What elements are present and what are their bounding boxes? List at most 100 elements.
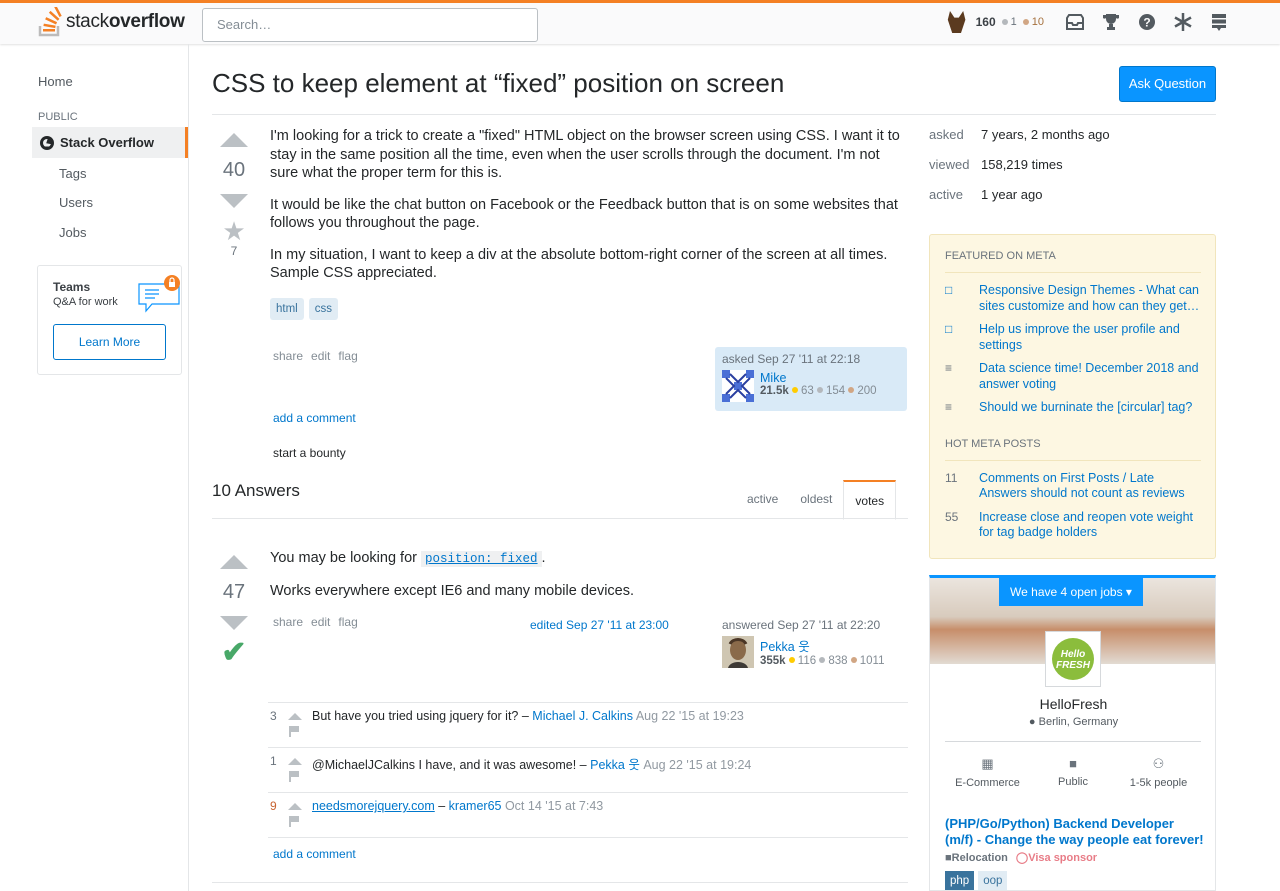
meta-featured-item[interactable]: ≡ Data science time! December 2018 and an… <box>930 357 1215 396</box>
nav-jobs[interactable]: Jobs <box>59 225 86 240</box>
flag-link[interactable]: flag <box>338 349 357 363</box>
meta-hot-link[interactable]: Comments on First Posts / Late Answers s… <box>979 471 1200 502</box>
edit-link[interactable]: edit <box>311 349 330 363</box>
edited-time-link[interactable]: edited Sep 27 '11 at 23:00 <box>530 618 669 632</box>
inbox-icon[interactable] <box>1064 11 1086 33</box>
favorite-count: 7 <box>230 244 238 258</box>
comment-score: 9 <box>270 799 277 813</box>
stack-overflow-logo-icon <box>38 7 62 37</box>
silver-badge-count: 1 <box>1001 16 1017 28</box>
review-queue-icon[interactable] <box>1208 11 1230 33</box>
comment: 3 But have you tried using jquery for it… <box>268 702 908 747</box>
comment-body: @MichaelJCalkins I have, and it was awes… <box>312 758 752 772</box>
meta-hot-item[interactable]: 11 Comments on First Posts / Late Answers… <box>930 467 1215 506</box>
tab-votes[interactable]: votes <box>843 480 897 520</box>
briefcase-icon: ■ <box>1069 756 1077 771</box>
upvote-icon[interactable] <box>220 555 248 569</box>
upvote-icon[interactable] <box>220 133 248 147</box>
jobs-widget: We have 4 open jobs ▾ Hello FRESH HelloF… <box>929 575 1216 891</box>
comment-score: 1 <box>270 754 277 768</box>
company-logo[interactable]: Hello FRESH <box>1045 631 1101 687</box>
comment-flag-icon[interactable] <box>289 816 299 827</box>
position-fixed-link[interactable]: position: fixed <box>421 551 542 567</box>
meta-hot-item[interactable]: 55 Increase close and reopen vote weight … <box>930 506 1215 545</box>
ask-question-button[interactable]: Ask Question <box>1119 66 1216 102</box>
achievements-icon[interactable] <box>1100 11 1122 33</box>
meta-featured-link[interactable]: Should we burninate the [circular] tag? <box>979 400 1192 416</box>
user-avatar[interactable] <box>947 11 966 33</box>
company-name[interactable]: HelloFresh <box>930 696 1215 712</box>
answer-vote-cell: 47 ✔ <box>214 555 254 668</box>
site-logo[interactable]: stackoverflow <box>38 6 185 38</box>
meta-featured-item[interactable]: ≡ Should we burninate the [circular] tag? <box>930 396 1215 420</box>
open-jobs-button[interactable]: We have 4 open jobs ▾ <box>999 578 1143 606</box>
nav-tags[interactable]: Tags <box>59 166 86 181</box>
answers-count-heading: 10 Answers <box>212 481 300 500</box>
building-icon: ▦ <box>981 756 994 771</box>
nav-public-heading: PUBLIC <box>38 111 78 123</box>
share-link[interactable]: share <box>273 349 303 363</box>
comment-upvote-icon[interactable] <box>288 803 302 810</box>
comment-body: But have you tried using jquery for it? … <box>312 709 744 723</box>
meta-featured-item[interactable]: □ Responsive Design Themes - What can sit… <box>930 279 1215 318</box>
meta-featured-link[interactable]: Data science time! December 2018 and ans… <box>979 361 1200 392</box>
edit-link[interactable]: edit <box>311 615 330 629</box>
comment-external-link[interactable]: needsmorejquery.com <box>312 799 435 813</box>
job-title-link[interactable]: (PHP/Go/Python) Backend Developer (m/f) … <box>945 816 1205 848</box>
meta-featured-link[interactable]: Help us improve the user profile and set… <box>979 322 1200 353</box>
user-avatar[interactable] <box>722 370 754 402</box>
meta-hot-count: 11 <box>945 470 958 485</box>
meta-featured-item[interactable]: □ Help us improve the user profile and se… <box>930 318 1215 357</box>
user-name[interactable]: Mike <box>760 371 786 385</box>
asked-time[interactable]: asked Sep 27 '11 at 22:18 <box>722 352 900 366</box>
downvote-icon[interactable] <box>220 194 248 208</box>
question-title[interactable]: CSS to keep element at “fixed” position … <box>212 68 784 99</box>
comment-score: 3 <box>270 709 277 723</box>
comment-upvote-icon[interactable] <box>288 758 302 765</box>
accepted-check-icon: ✔ <box>221 636 247 669</box>
answered-time[interactable]: answered Sep 27 '11 at 22:20 <box>722 618 900 632</box>
tab-active[interactable]: active <box>736 480 789 520</box>
meta-hot-link[interactable]: Increase close and reopen vote weight fo… <box>979 510 1200 541</box>
start-bounty-link[interactable]: start a bounty <box>273 446 346 460</box>
stack-logo-icon: ≡ <box>945 400 953 414</box>
comment-user[interactable]: Michael J. Calkins <box>532 709 633 723</box>
job-tag-php[interactable]: php <box>945 871 975 890</box>
hot-meta-posts-heading: HOT META POSTS <box>945 428 1201 461</box>
teams-promo: Teams Q&A for work Learn More <box>37 265 182 375</box>
question-paragraph: It would be like the chat button on Face… <box>270 196 898 232</box>
comment-flag-icon[interactable] <box>289 726 299 737</box>
tag-html[interactable]: html <box>270 298 304 320</box>
favorite-star-icon[interactable]: ★ <box>214 218 254 244</box>
globe-icon <box>40 135 54 150</box>
flag-link[interactable]: flag <box>338 615 357 629</box>
nav-stack-overflow[interactable]: Stack Overflow <box>32 127 188 158</box>
comment-date[interactable]: Oct 14 '15 at 7:43 <box>505 799 603 813</box>
comment-user[interactable]: kramer65 <box>449 799 502 813</box>
comment-flag-icon[interactable] <box>289 771 299 782</box>
comment-user[interactable]: Pekka 웃 <box>590 758 640 772</box>
people-icon: ⚇ <box>1152 756 1165 771</box>
tab-oldest[interactable]: oldest <box>789 480 843 520</box>
comment-upvote-icon[interactable] <box>288 713 302 720</box>
nav-users[interactable]: Users <box>59 195 93 210</box>
downvote-icon[interactable] <box>220 616 248 630</box>
company-location: ● Berlin, Germany <box>1028 716 1119 728</box>
add-comment-link[interactable]: add a comment <box>273 411 356 425</box>
meta-hot-count: 55 <box>945 509 959 524</box>
meta-featured-link[interactable]: Responsive Design Themes - What can site… <box>979 283 1200 314</box>
user-name[interactable]: Pekka 웃 <box>760 640 810 654</box>
nav-home[interactable]: Home <box>38 74 73 89</box>
learn-more-button[interactable]: Learn More <box>53 324 166 360</box>
share-link[interactable]: share <box>273 615 303 629</box>
comment-date[interactable]: Aug 22 '15 at 19:24 <box>643 758 751 772</box>
user-avatar[interactable] <box>722 636 754 668</box>
add-comment-link[interactable]: add a comment <box>273 847 356 861</box>
comment-date[interactable]: Aug 22 '15 at 19:23 <box>636 709 744 723</box>
help-icon[interactable]: ? <box>1136 11 1158 33</box>
job-tag-oop[interactable]: oop <box>978 871 1008 890</box>
stackexchange-icon[interactable] <box>1172 11 1194 33</box>
tag-css[interactable]: css <box>308 298 338 320</box>
user-reputation[interactable]: 160 <box>976 15 996 29</box>
search-input[interactable]: Search… <box>202 8 538 42</box>
